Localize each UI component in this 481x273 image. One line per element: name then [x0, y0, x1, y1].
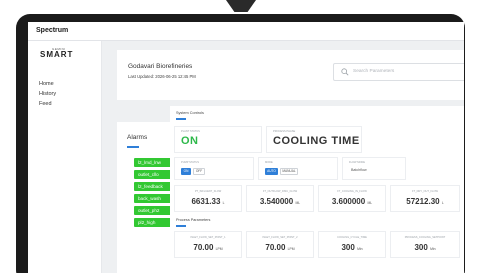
- system-controls-label: System Controls: [176, 111, 204, 115]
- mode-card: MODE AUTO MANUAL: [258, 157, 338, 180]
- sidebar: GEMINI SMART Home History Feed: [28, 41, 102, 273]
- alarms-underline: [127, 146, 139, 148]
- reading-value: 3.540000 ML: [247, 197, 313, 206]
- parameter-label: COOLING_CYCLE_TIME: [337, 236, 367, 239]
- parameter-value: 70.00 LPM: [175, 243, 241, 252]
- parameter-card: INLET_FLOW_SET_POINT_2 70.00 LPM: [246, 231, 314, 258]
- parameter-label: PROCESS_COOLING_SETPOINT: [404, 236, 446, 239]
- parameter-card: PROCESS_COOLING_SETPOINT 300 Min: [390, 231, 460, 258]
- last-updated: Last Updated: 2026-06-25 12:45 PM: [128, 74, 196, 79]
- logo-main-text: SMART: [40, 50, 74, 59]
- controls-panel: System Controls PLANT STATUS ON PROCESS …: [170, 106, 464, 273]
- parameter-number: 70.00: [265, 243, 286, 252]
- parameter-unit: Min: [430, 247, 436, 251]
- section-underline: [176, 118, 186, 120]
- parameter-number: 300: [414, 243, 428, 252]
- pump-on-button[interactable]: ON: [181, 168, 191, 175]
- parameter-value: 300 Min: [319, 243, 385, 252]
- reading-unit: ML: [295, 201, 301, 205]
- reading-card: FT_COOLING_IN_FLOW 3.600000 ML: [318, 185, 386, 212]
- reading-card: FT_DRY_OUT_FLOW 57212.30 L: [390, 185, 460, 212]
- search-input[interactable]: Search Parameters: [353, 69, 394, 74]
- parameter-value: 70.00 LPM: [247, 243, 313, 252]
- mode-auto-button[interactable]: AUTO: [265, 168, 278, 175]
- flow-mode-card: FLOW MODE Batchflow: [342, 157, 406, 180]
- plant-name: Godavari Biorefineries: [128, 63, 193, 70]
- process-phase-card: PROCESS PHASE COOLING TIME: [266, 126, 362, 153]
- plant-status-label: PLANT STATUS: [181, 130, 200, 133]
- flow-mode-value: Batchflow: [351, 168, 367, 172]
- reading-unit: L: [222, 201, 225, 205]
- process-parameters-label: Process Parameters: [176, 218, 211, 222]
- parameter-number: 300: [341, 243, 355, 252]
- reading-number: 6631.33: [191, 197, 221, 206]
- plant-info-card: Godavari Biorefineries Last Updated: 202…: [117, 50, 464, 100]
- reading-label: FT_DRY_OUT_FLOW: [412, 190, 438, 193]
- alarms-card: Alarms l2_lmd_lnw outlet_cllo l2_feedbac…: [117, 122, 194, 273]
- parameter-label: INLET_FLOW_SET_POINT_2: [262, 236, 298, 239]
- pump-status-card: PUMP STATUS ON OFF: [174, 157, 254, 180]
- reading-card: PT_INFLUENT_FLOW 6631.33 L: [174, 185, 242, 212]
- process-phase-value: COOLING TIME: [273, 135, 360, 147]
- stage: Spectrum GEMINI SMART Home History Feed …: [0, 0, 481, 273]
- parameter-number: 70.00: [193, 243, 214, 252]
- reading-value: 3.600000 ML: [319, 197, 385, 206]
- parameter-value: 300 Min: [391, 243, 459, 252]
- sidebar-item-history[interactable]: History: [39, 91, 56, 97]
- reading-number: 3.600000: [331, 197, 366, 206]
- reading-label: FT_COOLING_IN_FLOW: [337, 190, 367, 193]
- parameter-unit: LPM: [215, 247, 223, 251]
- reading-value: 6631.33 L: [175, 197, 241, 206]
- parameter-card: INLET_FLOW_SET_POINT_1 70.00 LPM: [174, 231, 242, 258]
- reading-label: PT_INFLUENT_FLOW: [194, 190, 222, 193]
- plant-status-card: PLANT STATUS ON: [174, 126, 262, 153]
- app-screen: Spectrum GEMINI SMART Home History Feed …: [28, 22, 464, 273]
- reading-value: 57212.30 L: [391, 197, 459, 206]
- reading-unit: ML: [367, 201, 373, 205]
- top-bar: Spectrum: [28, 22, 464, 41]
- sidebar-item-feed[interactable]: Feed: [39, 101, 52, 107]
- reading-number: 57212.30: [406, 197, 440, 206]
- mode-label: MODE: [265, 161, 273, 164]
- alarms-title: Alarms: [127, 134, 148, 141]
- mode-manual-button[interactable]: MANUAL: [280, 168, 298, 175]
- brand-name[interactable]: Spectrum: [36, 27, 68, 34]
- device-hinge: [226, 0, 256, 12]
- process-phase-label: PROCESS PHASE: [273, 130, 296, 133]
- pump-status-label: PUMP STATUS: [181, 161, 200, 164]
- parameter-unit: Min: [357, 247, 363, 251]
- parameter-card: COOLING_CYCLE_TIME 300 Min: [318, 231, 386, 258]
- reading-unit: L: [441, 201, 444, 205]
- reading-card: FT_OUTFLOW_DISC_FLOW 3.540000 ML: [246, 185, 314, 212]
- flow-mode-label: FLOW MODE: [349, 161, 365, 164]
- reading-number: 3.540000: [259, 197, 294, 206]
- sidebar-item-home[interactable]: Home: [39, 81, 54, 87]
- search-icon: [341, 68, 349, 76]
- parameter-unit: LPM: [287, 247, 295, 251]
- reading-label: FT_OUTFLOW_DISC_FLOW: [262, 190, 298, 193]
- plant-status-value: ON: [181, 135, 199, 147]
- pump-off-button[interactable]: OFF: [193, 168, 205, 175]
- section-underline: [176, 225, 186, 227]
- search-box[interactable]: Search Parameters: [333, 63, 464, 81]
- parameter-label: INLET_FLOW_SET_POINT_1: [190, 236, 226, 239]
